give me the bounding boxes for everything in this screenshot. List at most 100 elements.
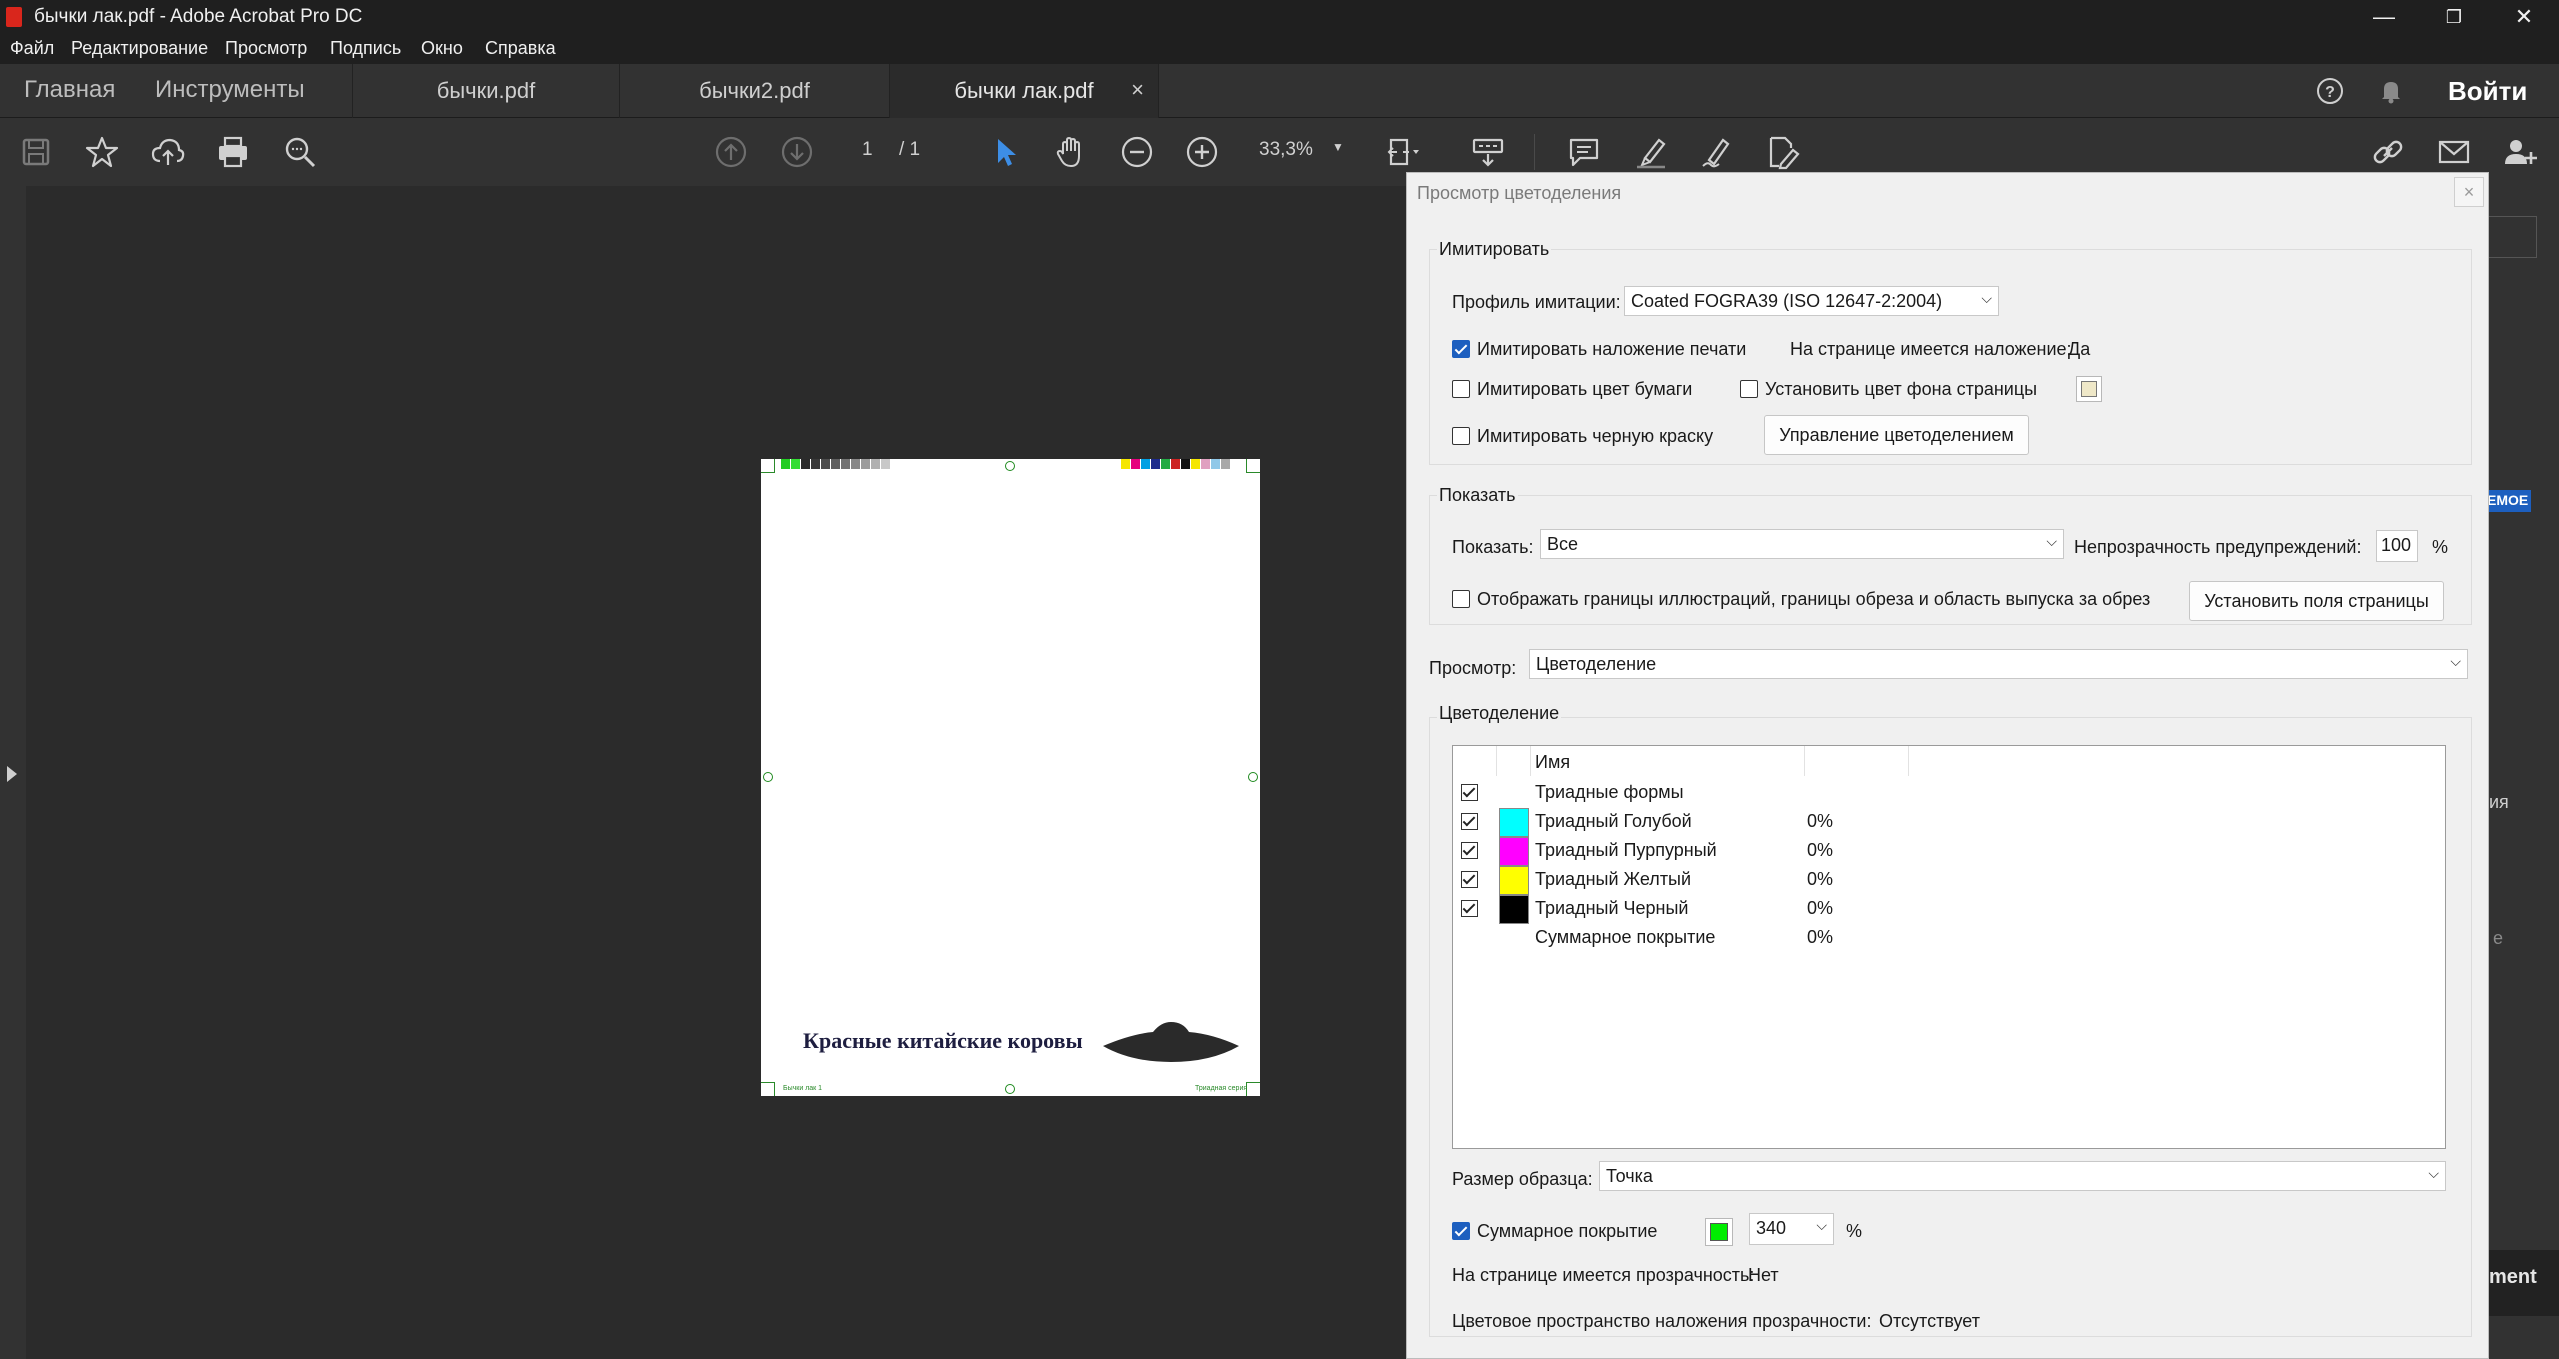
coverage-value-select[interactable]: 340 ⌵ (1749, 1213, 1834, 1245)
separation-checkbox[interactable] (1461, 871, 1478, 888)
black-ink-checkbox[interactable] (1452, 427, 1470, 445)
bell-icon[interactable] (2376, 76, 2406, 106)
opacity-input[interactable]: 100 (2376, 530, 2418, 562)
pane-text-3: ment (2489, 1266, 2537, 1288)
pdf-page[interactable]: Красные китайские коровы Бычки лак 1 Три… (761, 459, 1260, 1096)
separation-checkbox[interactable] (1461, 784, 1478, 801)
bg-color-swatch (2081, 381, 2097, 397)
right-tools-pane: ЕМОЕ ия е ment (2485, 186, 2559, 1359)
doc-tab-1[interactable]: бычки.pdf (352, 64, 619, 118)
color-bar-swatch (841, 459, 851, 469)
paper-color-label: Имитировать цвет бумаги (1477, 379, 1693, 399)
doc-tab-3[interactable]: бычки лак.pdf × (889, 64, 1159, 118)
blend-space-value: Отсутствует (1879, 1311, 1980, 1331)
zoom-dropdown-icon[interactable]: ▼ (1332, 140, 1344, 154)
pane-footer: ment (2489, 1250, 2559, 1316)
sign-icon[interactable] (1697, 132, 1737, 172)
dialog-close-button[interactable]: × (2454, 177, 2484, 207)
overprint-checkbox[interactable] (1452, 340, 1470, 358)
search-icon[interactable] (280, 132, 320, 172)
dialog-title: Просмотр цветоделения (1417, 183, 1622, 203)
separation-row[interactable]: Триадный Желтый 0% (1453, 866, 2443, 895)
separation-row[interactable]: Триадный Голубой 0% (1453, 808, 2443, 837)
page-number-input[interactable]: 1 (862, 139, 873, 161)
title-bar: бычки лак.pdf - Adobe Acrobat Pro DC — ❐… (0, 0, 2559, 34)
color-bar-swatch (781, 459, 791, 469)
zoom-out-icon[interactable] (1117, 132, 1157, 172)
show-select-value: Все (1547, 534, 1579, 554)
pane-search-box[interactable] (2485, 216, 2537, 258)
color-bar-swatch (1161, 459, 1171, 469)
sample-size-select[interactable]: Точка ⌵ (1599, 1161, 2446, 1191)
preview-select[interactable]: Цветоделение ⌵ (1529, 649, 2468, 679)
manage-separations-button[interactable]: Управление цветоделением (1764, 415, 2029, 455)
column-value[interactable] (1805, 746, 1909, 776)
separation-swatch (1499, 837, 1529, 866)
share-link-icon[interactable] (2368, 132, 2408, 172)
restore-button[interactable]: ❐ (2419, 0, 2489, 34)
menu-help[interactable]: Справка (485, 38, 556, 59)
fit-page-icon[interactable] (1383, 132, 1423, 172)
next-page-icon[interactable] (777, 132, 817, 172)
menu-view[interactable]: Просмотр (225, 38, 307, 59)
sample-size-value: Точка (1606, 1166, 1653, 1186)
profile-select[interactable]: Coated FOGRA39 (ISO 12647-2:2004) ⌵ (1624, 286, 1999, 316)
separation-row[interactable]: Триадный Пурпурный 0% (1453, 837, 2443, 866)
color-bar-swatch (1211, 459, 1221, 469)
doc-tab-label: бычки2.pdf (699, 78, 810, 103)
comment-icon[interactable] (1564, 132, 1604, 172)
separation-value: 0% (1807, 898, 1834, 918)
print-icon[interactable] (213, 132, 253, 172)
menu-sign[interactable]: Подпись (330, 38, 401, 59)
column-name[interactable]: Имя (1531, 746, 1805, 776)
separation-row[interactable]: Триадный Черный 0% (1453, 895, 2443, 924)
highlight-icon[interactable] (1631, 132, 1671, 172)
email-icon[interactable] (2434, 132, 2474, 172)
separation-checkbox[interactable] (1461, 813, 1478, 830)
bg-color-checkbox[interactable] (1740, 380, 1758, 398)
minimize-button[interactable]: — (2349, 0, 2419, 34)
bg-color-label: Установить цвет фона страницы (1765, 379, 2038, 399)
total-coverage-checkbox[interactable] (1452, 1222, 1470, 1240)
coverage-color-picker[interactable] (1705, 1218, 1733, 1246)
color-bar-swatch (851, 459, 861, 469)
bg-color-picker[interactable] (2076, 376, 2102, 402)
prev-page-icon[interactable] (711, 132, 751, 172)
zoom-value[interactable]: 33,3% (1259, 139, 1313, 161)
color-bar-swatch (1221, 459, 1231, 469)
help-icon[interactable]: ? (2315, 76, 2345, 106)
menu-edit[interactable]: Редактирование (71, 38, 208, 59)
art-bounds-checkbox[interactable] (1452, 590, 1470, 608)
transparency-label: На странице имеется прозрачность: (1452, 1265, 1755, 1285)
close-window-button[interactable]: ✕ (2489, 0, 2559, 34)
show-select[interactable]: Все ⌵ (1540, 529, 2064, 559)
separation-checkbox[interactable] (1461, 900, 1478, 917)
page-heading: Красные китайские коровы (803, 1028, 1083, 1053)
menu-file[interactable]: Файл (10, 38, 54, 59)
paper-color-checkbox[interactable] (1452, 380, 1470, 398)
hand-icon[interactable] (1051, 132, 1091, 172)
select-arrow-icon[interactable] (985, 132, 1025, 172)
tab-tools[interactable]: Инструменты (155, 76, 305, 104)
signin-button[interactable]: Войти (2448, 76, 2527, 107)
separations-list[interactable]: Имя Триадные формы Триадный Голубой 0% Триа… (1452, 745, 2446, 1149)
close-tab-icon[interactable]: × (1131, 77, 1144, 103)
scroll-mode-icon[interactable] (1468, 132, 1508, 172)
separation-checkbox[interactable] (1461, 842, 1478, 859)
tab-home[interactable]: Главная (24, 76, 115, 104)
expand-panel-icon[interactable] (7, 766, 17, 782)
star-icon[interactable] (82, 132, 122, 172)
separation-name: Суммарное покрытие (1535, 927, 1716, 947)
cloud-upload-icon[interactable] (148, 132, 188, 172)
set-page-boxes-button[interactable]: Установить поля страницы (2189, 581, 2444, 621)
edit-pdf-icon[interactable] (1763, 132, 1803, 172)
coverage-unit: % (1846, 1221, 1863, 1241)
separation-row[interactable]: Триадные формы (1453, 779, 2443, 808)
doc-tab-2[interactable]: бычки2.pdf (619, 64, 889, 118)
save-icon[interactable] (16, 132, 56, 172)
menu-window[interactable]: Окно (421, 38, 463, 59)
separation-row[interactable]: Суммарное покрытие 0% (1453, 924, 2443, 953)
blend-space-label: Цветовое пространство наложения прозрачн… (1452, 1311, 1872, 1331)
add-user-icon[interactable] (2500, 132, 2540, 172)
zoom-in-icon[interactable] (1182, 132, 1222, 172)
